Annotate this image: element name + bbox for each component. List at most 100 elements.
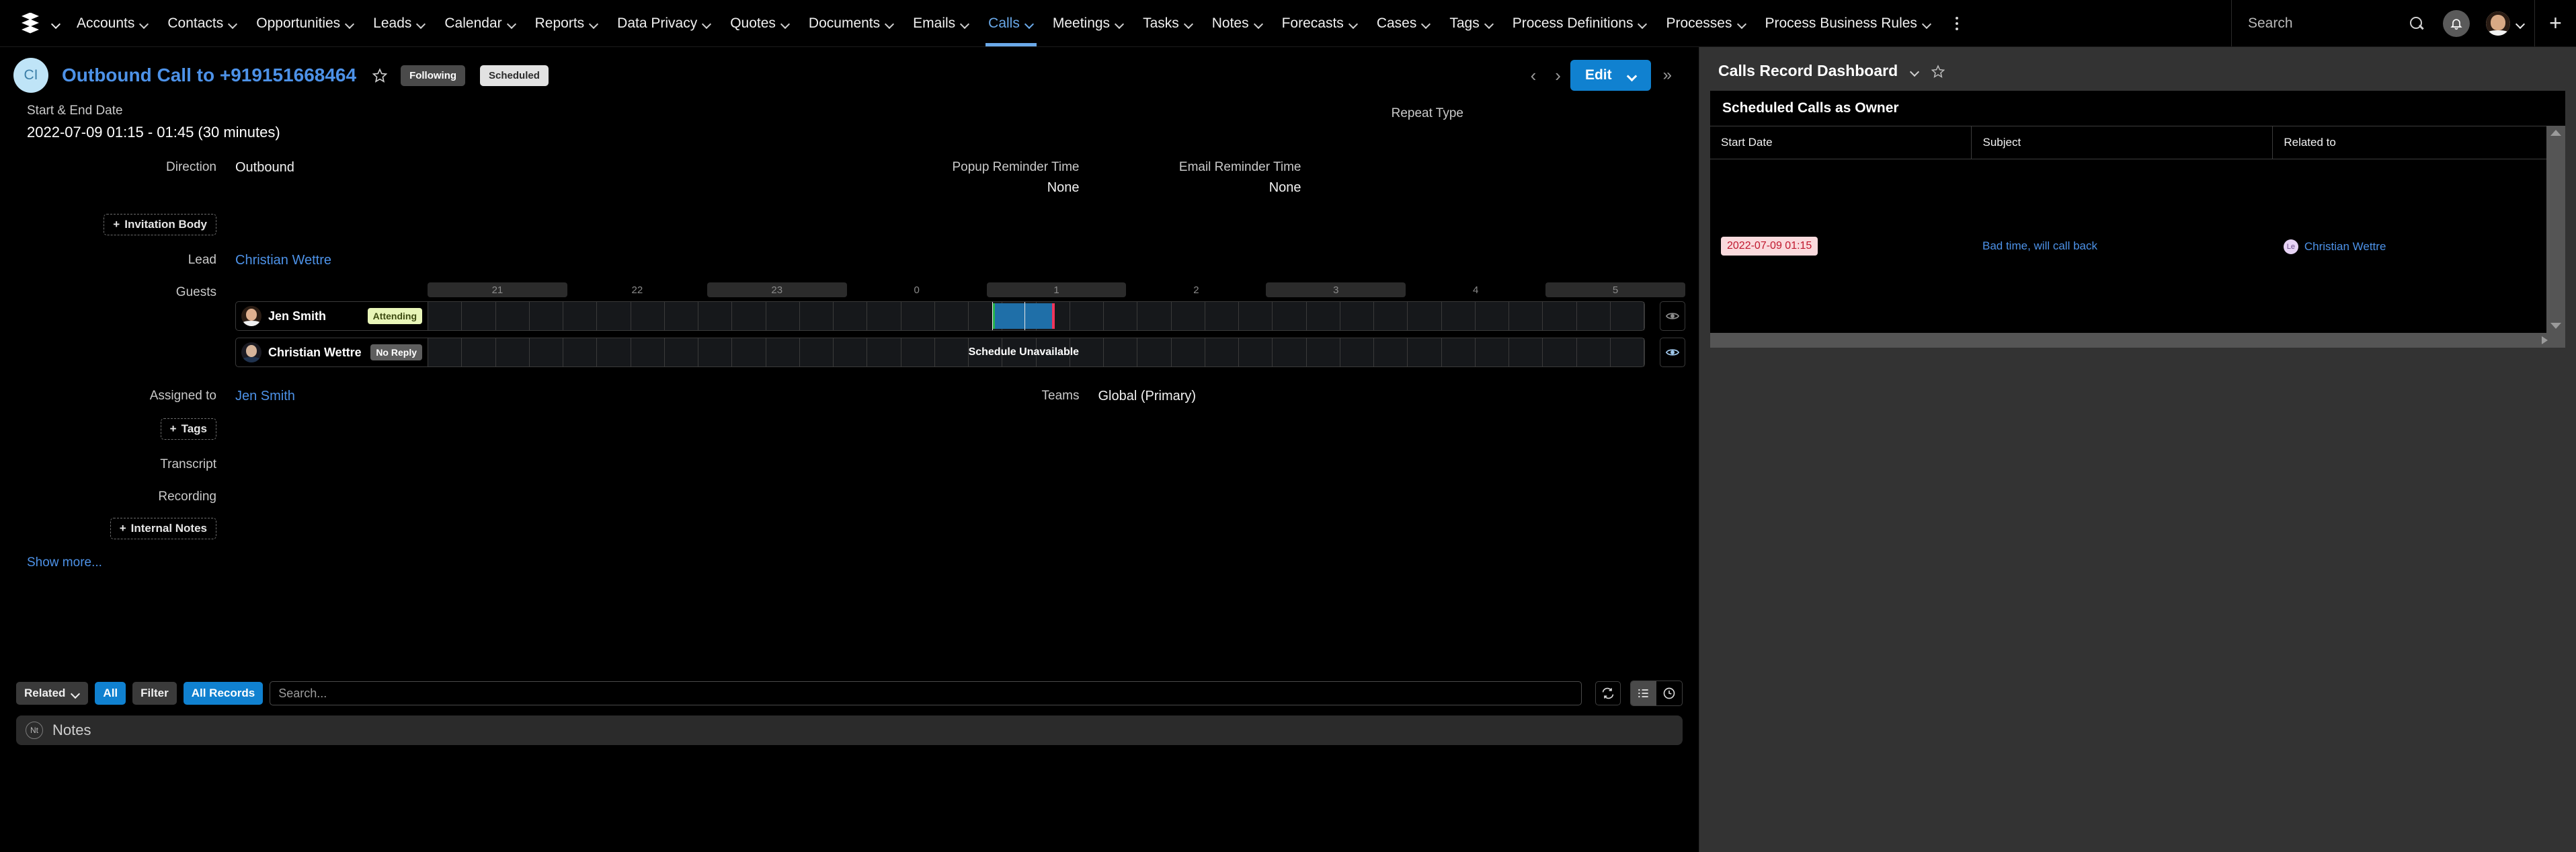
timeline-slot[interactable] [935, 338, 969, 366]
nav-item-calendar[interactable]: Calendar [435, 0, 525, 46]
nav-item-documents[interactable]: Documents [799, 0, 903, 46]
nav-item-accounts[interactable]: Accounts [67, 0, 158, 46]
timeline-slot[interactable] [1611, 302, 1644, 330]
kebab-menu-icon[interactable] [1941, 17, 1973, 30]
related-to-link[interactable]: Christian Wettre [2304, 240, 2386, 254]
show-more-link[interactable]: Show more... [13, 539, 102, 570]
chevron-down-icon[interactable] [702, 19, 711, 28]
notification-bell-icon[interactable] [2443, 10, 2470, 37]
next-record-icon[interactable]: › [1545, 65, 1570, 86]
column-header[interactable]: Start Date [1710, 126, 1972, 159]
all-button[interactable]: All [95, 682, 126, 705]
chevron-down-icon[interactable] [1737, 19, 1746, 28]
timeline-slot[interactable] [1137, 338, 1171, 366]
timeline-slot[interactable] [428, 338, 462, 366]
timeline-slot[interactable] [1577, 302, 1611, 330]
table-row[interactable]: 2022-07-09 01:15Bad time, will call back… [1710, 159, 2546, 334]
chevron-down-icon[interactable] [71, 689, 80, 698]
add-internal-notes-button[interactable]: + Internal Notes [110, 518, 216, 539]
timeline-slot[interactable] [698, 302, 732, 330]
nav-item-contacts[interactable]: Contacts [158, 0, 247, 46]
edit-button[interactable]: Edit [1570, 60, 1651, 91]
related-panel-notes[interactable]: Nt Notes [16, 715, 1683, 745]
chevron-down-icon[interactable] [416, 19, 426, 28]
chevron-down-icon[interactable] [589, 19, 598, 28]
nav-item-calls[interactable]: Calls [979, 0, 1043, 46]
timeline-slot[interactable] [1340, 338, 1374, 366]
timeline-slot[interactable] [1374, 302, 1408, 330]
nav-item-processes[interactable]: Processes [1656, 0, 1755, 46]
previous-record-icon[interactable]: ‹ [1521, 65, 1546, 86]
timeline-slot[interactable] [1273, 338, 1306, 366]
chevron-down-icon[interactable] [2515, 19, 2525, 28]
chevron-down-icon[interactable] [1638, 19, 1647, 28]
timeline-slot[interactable] [496, 338, 530, 366]
favorite-star-icon[interactable] [1931, 65, 1945, 78]
vertical-scrollbar[interactable] [2546, 126, 2565, 333]
nav-item-cases[interactable]: Cases [1367, 0, 1441, 46]
horizontal-scrollbar[interactable] [1710, 333, 2565, 348]
nav-item-tasks[interactable]: Tasks [1133, 0, 1203, 46]
favorite-star-icon[interactable] [372, 68, 387, 83]
nav-item-notes[interactable]: Notes [1203, 0, 1273, 46]
timeline-slot[interactable] [834, 302, 867, 330]
add-tags-button[interactable]: + Tags [161, 418, 216, 440]
nav-item-reports[interactable]: Reports [526, 0, 608, 46]
timeline-slot[interactable] [867, 302, 901, 330]
nav-item-quotes[interactable]: Quotes [721, 0, 799, 46]
chevron-down-icon[interactable] [228, 19, 237, 28]
chevron-down-icon[interactable] [780, 19, 790, 28]
scroll-right-arrow-icon[interactable] [2542, 336, 2548, 344]
related-search-input[interactable] [270, 681, 1582, 705]
chevron-down-icon[interactable] [885, 19, 894, 28]
filter-button[interactable]: Filter [132, 682, 177, 705]
timeline-slot[interactable] [1205, 302, 1239, 330]
timeline-slot[interactable] [766, 302, 800, 330]
timeline-slot[interactable] [563, 338, 597, 366]
search-icon[interactable] [2409, 16, 2424, 31]
timeline-slot[interactable] [1611, 338, 1644, 366]
timeline-slot[interactable] [1307, 302, 1340, 330]
visibility-eye-icon[interactable] [1660, 301, 1685, 331]
timeline-slot[interactable] [1070, 302, 1104, 330]
timeline-slot[interactable] [597, 338, 631, 366]
nav-item-emails[interactable]: Emails [903, 0, 979, 46]
timeline-slot[interactable] [563, 302, 597, 330]
add-invitation-body-button[interactable]: + Invitation Body [104, 214, 216, 235]
timeline-slot[interactable] [1408, 338, 1441, 366]
timeline-slot[interactable] [1577, 338, 1611, 366]
user-avatar-menu[interactable] [2477, 11, 2534, 36]
timeline-slot[interactable] [496, 302, 530, 330]
timeline-slot[interactable] [766, 338, 800, 366]
timeline-slot[interactable] [665, 302, 698, 330]
chevron-down-icon[interactable] [1484, 19, 1494, 28]
timeline-slot[interactable] [631, 338, 665, 366]
nav-item-opportunities[interactable]: Opportunities [247, 0, 364, 46]
chevron-down-icon[interactable] [1024, 19, 1034, 28]
timeline-slot[interactable] [1340, 302, 1374, 330]
timeline-slot[interactable] [1543, 338, 1576, 366]
timeline-clock-icon[interactable] [1656, 681, 1682, 705]
search-input[interactable] [2248, 15, 2403, 32]
timeline-slot[interactable] [1476, 338, 1509, 366]
timeline-slot[interactable] [901, 302, 935, 330]
chevron-down-icon[interactable] [1627, 71, 1636, 80]
chevron-down-icon[interactable] [139, 19, 149, 28]
timeline-slot[interactable] [867, 338, 901, 366]
nav-item-leads[interactable]: Leads [364, 0, 435, 46]
timeline-slot[interactable] [462, 338, 495, 366]
timeline-slot[interactable] [1408, 302, 1441, 330]
timeline-slot[interactable] [834, 338, 867, 366]
timeline-slot[interactable] [530, 338, 563, 366]
related-dropdown[interactable]: Related [16, 682, 88, 705]
refresh-icon[interactable] [1595, 681, 1621, 705]
nav-item-data-privacy[interactable]: Data Privacy [608, 0, 721, 46]
timeline-slot[interactable] [1205, 338, 1239, 366]
column-header[interactable]: Related to [2273, 126, 2546, 159]
timeline-slot[interactable] [1239, 338, 1273, 366]
chevron-down-icon[interactable] [1910, 67, 1919, 76]
column-header[interactable]: Subject [1972, 126, 2273, 159]
page-title[interactable]: Outbound Call to +919151668464 [62, 65, 356, 86]
timeline-slot[interactable] [935, 302, 969, 330]
scheduled-call-block[interactable] [992, 303, 1054, 329]
